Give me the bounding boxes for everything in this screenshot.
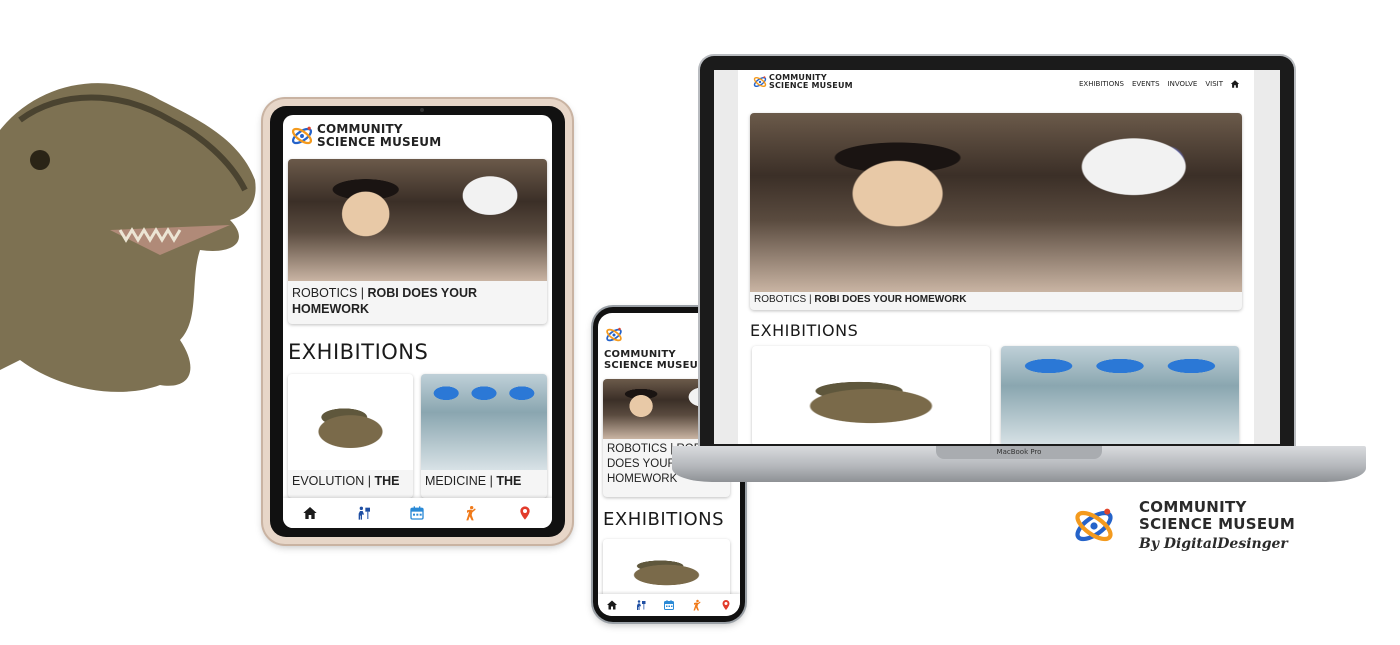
top-nav: EXHIBITIONS EVENTS INVOLVE VISIT [1071,79,1240,89]
feature-card[interactable]: ROBOTICS | ROBI DOES YOUR HOMEWORK [288,159,547,324]
feature-caption: ROBOTICS | ROBI DOES YOUR HOMEWORK [288,281,547,321]
laptop-model-label: MacBook Pro [996,448,1042,456]
exhibition-photo [288,374,413,470]
logo-text: COMMUNITY SCIENCE MUSEUM [769,73,853,91]
exhibition-photo [1001,346,1239,444]
feature-category: ROBOTICS [754,294,807,305]
feature-photo [750,113,1242,292]
logo-icon [752,74,768,90]
feature-category: ROBOTICS [292,286,358,300]
site-logo[interactable]: COMMUNITY SCIENCE MUSEUM [752,73,853,91]
exhibition-title: THE [374,474,400,488]
calendar-icon[interactable] [663,599,675,611]
logo-icon [289,123,315,149]
calendar-icon[interactable] [409,505,425,521]
logo-icon [604,325,624,345]
home-icon[interactable] [1230,79,1240,89]
bottom-nav [598,594,740,616]
exhibition-card[interactable] [1001,346,1239,444]
brand-logo-icon [1070,502,1118,550]
caption-separator: | [360,286,365,300]
nav-exhibitions[interactable]: EXHIBITIONS [1079,80,1124,88]
page-column: COMMUNITY SCIENCE MUSEUM EXHIBITIONS EVE… [738,70,1254,444]
exhibition-caption: MEDICINE | THE [421,470,547,492]
exhibition-photo [752,346,990,444]
feature-photo [288,159,547,281]
section-heading: EXHIBITIONS [750,321,859,340]
logo-text: COMMUNITY SCIENCE MUSEUM [317,123,441,148]
laptop-device: COMMUNITY SCIENCE MUSEUM EXHIBITIONS EVE… [700,56,1294,448]
exhibition-card[interactable] [752,346,990,444]
nav-events[interactable]: EVENTS [1132,80,1160,88]
dinosaur-illustration [0,40,270,400]
tablet-device: COMMUNITY SCIENCE MUSEUM ROBOTICS | ROBI… [263,99,572,544]
tablet-screen: COMMUNITY SCIENCE MUSEUM ROBOTICS | ROBI… [283,115,552,528]
brand-byline: By DigitalDesinger [1139,536,1288,552]
location-icon[interactable] [517,505,533,521]
nav-involve[interactable]: INVOLVE [1168,80,1198,88]
exhibition-card[interactable]: EVOLUTION | THE [288,374,413,498]
site-logo[interactable]: COMMUNITY SCIENCE MUSEUM [289,123,441,149]
laptop-base: MacBook Pro [672,446,1366,482]
exhibitions-icon[interactable] [635,599,647,611]
caption-separator: | [367,474,371,488]
home-icon[interactable] [302,505,318,521]
brand-name: COMMUNITY SCIENCE MUSEUM [1139,499,1295,533]
location-icon[interactable] [720,599,732,611]
brand-name-line-1: COMMUNITY [1139,498,1247,516]
exhibition-photo [421,374,547,470]
section-heading: EXHIBITIONS [288,340,429,364]
bottom-nav [283,498,552,528]
feature-card[interactable]: ROBOTICS | ROBI DOES YOUR HOMEWORK [750,113,1242,310]
home-icon[interactable] [606,599,618,611]
exhibitions-icon[interactable] [356,505,372,521]
exhibition-caption: EVOLUTION | THE [288,470,413,492]
section-heading: EXHIBITIONS [603,509,725,530]
logo-line-1: COMMUNITY [604,349,676,360]
brand-block: COMMUNITY SCIENCE MUSEUM By DigitalDesin… [1070,496,1390,566]
laptop-screen: COMMUNITY SCIENCE MUSEUM EXHIBITIONS EVE… [714,70,1280,444]
exhibition-photo [603,539,730,599]
logo-line-2: SCIENCE MUSEUM [317,135,442,149]
exhibition-card[interactable] [603,539,730,599]
brand-name-line-2: SCIENCE MUSEUM [1139,515,1296,533]
nav-visit[interactable]: VISIT [1205,80,1223,88]
caption-separator: | [489,474,493,488]
site-logo[interactable]: COMMUNITY SCIENCE MUSEUM [604,325,708,371]
caption-separator: | [809,294,812,305]
logo-text: COMMUNITY SCIENCE MUSEUM [604,349,709,371]
logo-line-2: SCIENCE MUSEUM [769,81,853,91]
tablet-camera [420,108,424,112]
exhibition-title: THE [496,474,522,488]
involve-icon[interactable] [691,599,703,611]
exhibition-category: MEDICINE [425,474,487,488]
feature-title: ROBI DOES YOUR HOMEWORK [814,294,967,305]
feature-caption: ROBOTICS | ROBI DOES YOUR HOMEWORK [750,292,1242,307]
exhibition-card[interactable]: MEDICINE | THE [421,374,547,498]
exhibition-category: EVOLUTION [292,474,365,488]
feature-category: ROBOTICS [607,443,668,455]
logo-line-2: SCIENCE MUSEUM [604,359,709,371]
involve-icon[interactable] [463,505,479,521]
